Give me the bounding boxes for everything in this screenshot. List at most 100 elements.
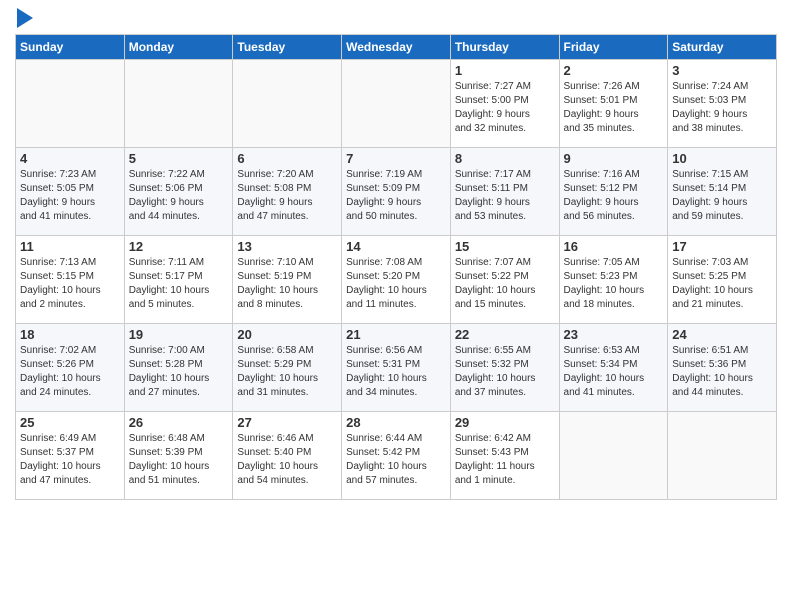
weekday-header-cell: Friday: [559, 35, 668, 60]
day-info: Sunrise: 6:42 AM Sunset: 5:43 PM Dayligh…: [455, 432, 555, 488]
day-number: 23: [564, 327, 664, 342]
calendar-week-row: 4 Sunrise: 7:23 AM Sunset: 5:05 PM Daylig…: [16, 148, 777, 236]
day-info: Sunrise: 7:05 AM Sunset: 5:23 PM Dayligh…: [564, 256, 664, 312]
day-number: 14: [346, 239, 446, 254]
calendar-day-cell: 22Sunrise: 6:55 AM Sunset: 5:32 PM Dayli…: [450, 324, 559, 412]
day-info: Sunrise: 7:23 AM Sunset: 5:05 PM Dayligh…: [20, 168, 120, 224]
weekday-header-cell: Saturday: [668, 35, 777, 60]
calendar-week-row: 25 Sunrise: 6:49 AM Sunset: 5:37 PM Dayli…: [16, 412, 777, 500]
calendar-day-cell: 17 Sunrise: 7:03 AM Sunset: 5:25 PM Dayli…: [668, 236, 777, 324]
logo: [15, 10, 33, 28]
day-number: 16: [564, 239, 664, 254]
weekday-header-cell: Wednesday: [342, 35, 451, 60]
calendar-body: 1Sunrise: 7:27 AM Sunset: 5:00 PM Daylig…: [16, 60, 777, 500]
day-number: 13: [237, 239, 337, 254]
day-number: 20: [237, 327, 337, 342]
day-info: Sunrise: 7:26 AM Sunset: 5:01 PM Dayligh…: [564, 80, 664, 136]
day-number: 28: [346, 415, 446, 430]
day-number: 2: [564, 63, 664, 78]
day-info: Sunrise: 6:53 AM Sunset: 5:34 PM Dayligh…: [564, 344, 664, 400]
day-number: 4: [20, 151, 120, 166]
calendar-day-cell: [668, 412, 777, 500]
calendar-day-cell: 16 Sunrise: 7:05 AM Sunset: 5:23 PM Dayli…: [559, 236, 668, 324]
weekday-header-cell: Monday: [124, 35, 233, 60]
day-number: 9: [564, 151, 664, 166]
day-info: Sunrise: 7:13 AM Sunset: 5:15 PM Dayligh…: [20, 256, 120, 312]
day-info: Sunrise: 7:16 AM Sunset: 5:12 PM Dayligh…: [564, 168, 664, 224]
day-info: Sunrise: 6:48 AM Sunset: 5:39 PM Dayligh…: [129, 432, 229, 488]
calendar-day-cell: 27Sunrise: 6:46 AM Sunset: 5:40 PM Dayli…: [233, 412, 342, 500]
calendar-day-cell: 4 Sunrise: 7:23 AM Sunset: 5:05 PM Daylig…: [16, 148, 125, 236]
day-info: Sunrise: 7:03 AM Sunset: 5:25 PM Dayligh…: [672, 256, 772, 312]
day-info: Sunrise: 7:17 AM Sunset: 5:11 PM Dayligh…: [455, 168, 555, 224]
day-info: Sunrise: 6:49 AM Sunset: 5:37 PM Dayligh…: [20, 432, 120, 488]
day-number: 29: [455, 415, 555, 430]
calendar-day-cell: 2 Sunrise: 7:26 AM Sunset: 5:01 PM Daylig…: [559, 60, 668, 148]
day-info: Sunrise: 7:10 AM Sunset: 5:19 PM Dayligh…: [237, 256, 337, 312]
calendar-day-cell: 19 Sunrise: 7:00 AM Sunset: 5:28 PM Dayli…: [124, 324, 233, 412]
day-info: Sunrise: 6:51 AM Sunset: 5:36 PM Dayligh…: [672, 344, 772, 400]
calendar-day-cell: 25 Sunrise: 6:49 AM Sunset: 5:37 PM Dayli…: [16, 412, 125, 500]
day-info: Sunrise: 6:55 AM Sunset: 5:32 PM Dayligh…: [455, 344, 555, 400]
calendar-day-cell: [233, 60, 342, 148]
weekday-header-cell: Thursday: [450, 35, 559, 60]
day-number: 18: [20, 327, 120, 342]
day-info: Sunrise: 6:58 AM Sunset: 5:29 PM Dayligh…: [237, 344, 337, 400]
day-number: 5: [129, 151, 229, 166]
calendar-day-cell: 28 Sunrise: 6:44 AM Sunset: 5:42 PM Dayli…: [342, 412, 451, 500]
calendar-day-cell: 29 Sunrise: 6:42 AM Sunset: 5:43 PM Dayli…: [450, 412, 559, 500]
calendar-day-cell: 21 Sunrise: 6:56 AM Sunset: 5:31 PM Dayli…: [342, 324, 451, 412]
header: [15, 10, 777, 28]
calendar-day-cell: 20 Sunrise: 6:58 AM Sunset: 5:29 PM Dayli…: [233, 324, 342, 412]
weekday-header-cell: Tuesday: [233, 35, 342, 60]
day-number: 21: [346, 327, 446, 342]
calendar-day-cell: 14 Sunrise: 7:08 AM Sunset: 5:20 PM Dayli…: [342, 236, 451, 324]
day-info: Sunrise: 7:27 AM Sunset: 5:00 PM Dayligh…: [455, 80, 555, 136]
calendar-day-cell: [342, 60, 451, 148]
day-number: 12: [129, 239, 229, 254]
day-info: Sunrise: 7:11 AM Sunset: 5:17 PM Dayligh…: [129, 256, 229, 312]
day-number: 25: [20, 415, 120, 430]
calendar-week-row: 11 Sunrise: 7:13 AM Sunset: 5:15 PM Dayli…: [16, 236, 777, 324]
calendar-day-cell: [124, 60, 233, 148]
day-info: Sunrise: 7:20 AM Sunset: 5:08 PM Dayligh…: [237, 168, 337, 224]
day-number: 10: [672, 151, 772, 166]
day-number: 8: [455, 151, 555, 166]
calendar-day-cell: 24 Sunrise: 6:51 AM Sunset: 5:36 PM Dayli…: [668, 324, 777, 412]
calendar-day-cell: 3 Sunrise: 7:24 AM Sunset: 5:03 PM Daylig…: [668, 60, 777, 148]
calendar-day-cell: 7Sunrise: 7:19 AM Sunset: 5:09 PM Daylig…: [342, 148, 451, 236]
calendar-day-cell: 8 Sunrise: 7:17 AM Sunset: 5:11 PM Daylig…: [450, 148, 559, 236]
calendar-day-cell: [16, 60, 125, 148]
day-number: 3: [672, 63, 772, 78]
day-number: 11: [20, 239, 120, 254]
calendar-day-cell: 12 Sunrise: 7:11 AM Sunset: 5:17 PM Dayli…: [124, 236, 233, 324]
day-number: 17: [672, 239, 772, 254]
day-number: 26: [129, 415, 229, 430]
calendar-week-row: 1Sunrise: 7:27 AM Sunset: 5:00 PM Daylig…: [16, 60, 777, 148]
calendar-day-cell: 13 Sunrise: 7:10 AM Sunset: 5:19 PM Dayli…: [233, 236, 342, 324]
day-info: Sunrise: 7:15 AM Sunset: 5:14 PM Dayligh…: [672, 168, 772, 224]
page: SundayMondayTuesdayWednesdayThursdayFrid…: [0, 0, 792, 510]
day-info: Sunrise: 7:07 AM Sunset: 5:22 PM Dayligh…: [455, 256, 555, 312]
calendar-day-cell: 6 Sunrise: 7:20 AM Sunset: 5:08 PM Daylig…: [233, 148, 342, 236]
day-info: Sunrise: 7:08 AM Sunset: 5:20 PM Dayligh…: [346, 256, 446, 312]
day-number: 15: [455, 239, 555, 254]
calendar-week-row: 18 Sunrise: 7:02 AM Sunset: 5:26 PM Dayli…: [16, 324, 777, 412]
day-info: Sunrise: 6:56 AM Sunset: 5:31 PM Dayligh…: [346, 344, 446, 400]
calendar-day-cell: 23 Sunrise: 6:53 AM Sunset: 5:34 PM Dayli…: [559, 324, 668, 412]
day-info: Sunrise: 6:44 AM Sunset: 5:42 PM Dayligh…: [346, 432, 446, 488]
calendar-day-cell: 26 Sunrise: 6:48 AM Sunset: 5:39 PM Dayli…: [124, 412, 233, 500]
calendar-day-cell: 9 Sunrise: 7:16 AM Sunset: 5:12 PM Daylig…: [559, 148, 668, 236]
day-number: 19: [129, 327, 229, 342]
day-info: Sunrise: 7:02 AM Sunset: 5:26 PM Dayligh…: [20, 344, 120, 400]
calendar-day-cell: 5Sunrise: 7:22 AM Sunset: 5:06 PM Daylig…: [124, 148, 233, 236]
calendar-day-cell: 10 Sunrise: 7:15 AM Sunset: 5:14 PM Dayli…: [668, 148, 777, 236]
day-number: 6: [237, 151, 337, 166]
day-info: Sunrise: 7:19 AM Sunset: 5:09 PM Dayligh…: [346, 168, 446, 224]
day-info: Sunrise: 7:00 AM Sunset: 5:28 PM Dayligh…: [129, 344, 229, 400]
day-number: 24: [672, 327, 772, 342]
logo-arrow-icon: [17, 8, 33, 28]
calendar-day-cell: 15 Sunrise: 7:07 AM Sunset: 5:22 PM Dayli…: [450, 236, 559, 324]
day-number: 27: [237, 415, 337, 430]
day-info: Sunrise: 7:24 AM Sunset: 5:03 PM Dayligh…: [672, 80, 772, 136]
